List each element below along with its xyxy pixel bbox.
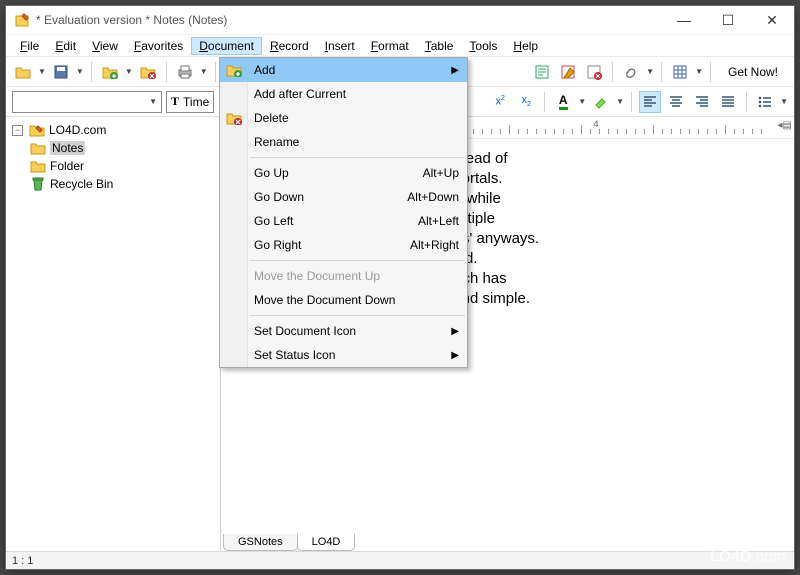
menu-item-delete[interactable]: Delete [220,106,467,130]
menu-item-go-right[interactable]: Go RightAlt+Right [220,233,467,257]
dropdown-arrow-icon[interactable]: ▼ [646,67,654,76]
tree-item-folder[interactable]: Folder [8,157,218,175]
ruler-number: 4 [593,119,598,129]
align-center-icon[interactable] [665,91,687,113]
form-icon[interactable] [531,61,553,83]
recycle-icon [30,176,46,192]
add-icon [225,61,243,79]
shortcut: Alt+Up [423,166,459,180]
menu-item-set-status-icon[interactable]: Set Status Icon▶ [220,343,467,367]
shortcut: Alt+Down [407,190,459,204]
shortcut: Alt+Right [410,238,459,252]
document-tabs: GSNotesLO4D [223,531,354,551]
menu-table[interactable]: Table [417,37,462,55]
minimize-button[interactable]: ― [662,6,706,34]
tree-pane: − LO4D.com NotesFolderRecycle Bin [6,117,221,551]
menu-item-go-down[interactable]: Go DownAlt+Down [220,185,467,209]
dropdown-arrow-icon[interactable]: ▼ [76,67,84,76]
shortcut: Alt+Left [418,214,459,228]
menubar: FileEditViewFavoritesDocumentRecordInser… [6,34,794,56]
watermark: LO4D.com [710,548,786,565]
menu-item-go-up[interactable]: Go UpAlt+Up [220,161,467,185]
dropdown-arrow-icon[interactable]: ▼ [578,97,586,106]
menu-document[interactable]: Document [191,37,262,55]
menu-item-rename[interactable]: Rename [220,130,467,154]
menu-item-move-the-document-up: Move the Document Up [220,264,467,288]
save-icon[interactable] [50,61,72,83]
tab-gsnotes[interactable]: GSNotes [223,534,298,551]
menu-file[interactable]: File [12,37,47,55]
document-menu-popup: Add▶Add after CurrentDeleteRename Go UpAl… [219,57,468,368]
menu-edit[interactable]: Edit [47,37,84,55]
submenu-arrow-icon: ▶ [451,65,459,76]
menu-help[interactable]: Help [505,37,546,55]
table-icon[interactable] [669,61,691,83]
menu-format[interactable]: Format [363,37,417,55]
dropdown-arrow-icon[interactable]: ▼ [200,67,208,76]
submenu-arrow-icon: ▶ [451,326,459,337]
folder-add-icon[interactable] [99,61,121,83]
print-icon[interactable] [174,61,196,83]
open-icon[interactable] [12,61,34,83]
menu-separator [250,315,465,316]
align-justify-icon[interactable] [717,91,739,113]
root-icon [29,122,45,138]
delete-icon [225,109,243,127]
menu-favorites[interactable]: Favorites [126,37,191,55]
font-name: Time [183,95,209,109]
close-button[interactable]: ✕ [750,6,794,34]
tree-root-label: LO4D.com [49,123,106,137]
dropdown-arrow-icon[interactable]: ▼ [695,67,703,76]
dropdown-arrow-icon[interactable]: ▼ [38,67,46,76]
menu-separator [250,260,465,261]
submenu-arrow-icon: ▶ [451,350,459,361]
align-right-icon[interactable] [691,91,713,113]
menu-view[interactable]: View [84,37,126,55]
style-combo[interactable]: ▼ [12,91,162,113]
font-combo[interactable]: TTime [166,91,214,113]
font-color-icon[interactable]: A [552,91,574,113]
attach-icon[interactable] [620,61,642,83]
dropdown-arrow-icon[interactable]: ▼ [780,97,788,106]
menu-item-go-left[interactable]: Go LeftAlt+Left [220,209,467,233]
superscript-icon[interactable]: x2 [489,91,511,113]
collapse-icon[interactable]: − [12,125,23,136]
tree-item-recycle-bin[interactable]: Recycle Bin [8,175,218,193]
menu-item-add[interactable]: Add▶ [220,58,467,82]
bullet-list-icon[interactable] [754,91,776,113]
form-delete-icon[interactable] [583,61,605,83]
note-icon [30,140,46,156]
get-now-button[interactable]: Get Now! [718,65,788,79]
menu-record[interactable]: Record [262,37,317,55]
folder-icon [30,158,46,174]
statusbar: 1 : 1 [6,551,794,569]
tab-lo4d[interactable]: LO4D [297,534,356,551]
titlebar: * Evaluation version * Notes (Notes) ― ☐… [6,6,794,34]
tree-root[interactable]: − LO4D.com [8,121,218,139]
dropdown-arrow-icon[interactable]: ▼ [125,67,133,76]
dropdown-arrow-icon[interactable]: ▼ [616,97,624,106]
menu-item-add-after-current[interactable]: Add after Current [220,82,467,106]
menu-item-set-document-icon[interactable]: Set Document Icon▶ [220,319,467,343]
align-left-icon[interactable] [639,91,661,113]
subscript-icon[interactable]: x2 [515,91,537,113]
form-edit-icon[interactable] [557,61,579,83]
cursor-position: 1 : 1 [12,555,33,567]
ruler-end-icon[interactable]: ◂▤ [778,120,792,131]
tree-item-notes[interactable]: Notes [8,139,218,157]
menu-separator [250,157,465,158]
folder-delete-icon[interactable] [137,61,159,83]
app-icon [14,12,30,28]
maximize-button[interactable]: ☐ [706,6,750,34]
app-window: * Evaluation version * Notes (Notes) ― ☐… [5,5,795,570]
menu-insert[interactable]: Insert [317,37,363,55]
highlight-icon[interactable] [590,91,612,113]
menu-item-move-the-document-down[interactable]: Move the Document Down [220,288,467,312]
menu-tools[interactable]: Tools [461,37,505,55]
window-title: * Evaluation version * Notes (Notes) [36,13,662,27]
